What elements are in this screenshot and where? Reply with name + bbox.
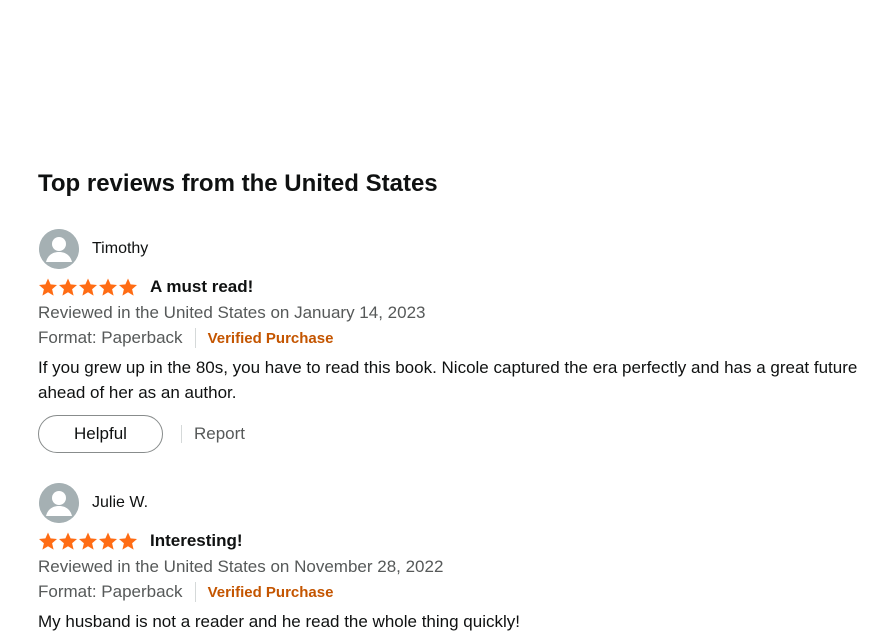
report-link[interactable]: Report [194, 424, 245, 444]
review-item: Julie W. Interesting! Reviewed in the Un… [38, 483, 868, 634]
reviewer-name: Timothy [92, 240, 149, 257]
verified-purchase-badge: Verified Purchase [207, 329, 334, 347]
star-icon [59, 278, 77, 296]
divider [181, 425, 182, 443]
review-item: Timothy A must read! Reviewed in the Uni… [38, 229, 868, 453]
reviewer-name: Julie W. [92, 494, 149, 511]
divider [194, 582, 196, 602]
user-avatar-icon [39, 483, 79, 523]
review-body: If you grew up in the 80s, you have to r… [38, 358, 858, 402]
verified-purchase-badge: Verified Purchase [207, 583, 334, 601]
reviewer-profile[interactable]: Julie W. [38, 483, 868, 523]
section-title: Top reviews from the United States [38, 170, 438, 197]
review-title[interactable]: Interesting! [150, 531, 243, 551]
star-icon [99, 532, 117, 550]
reviewer-profile[interactable]: Timothy [38, 229, 868, 269]
review-title[interactable]: A must read! [150, 277, 253, 297]
star-icon [99, 278, 117, 296]
format-label: Format: Paperback [38, 582, 183, 601]
review-date: Reviewed in the United States on January… [38, 303, 426, 322]
star-icon [119, 532, 137, 550]
format-label: Format: Paperback [38, 328, 183, 347]
star-rating[interactable] [38, 532, 138, 551]
star-rating[interactable] [38, 278, 138, 297]
star-icon [79, 532, 97, 550]
star-icon [39, 532, 57, 550]
star-icon [119, 278, 137, 296]
review-body: My husband is not a reader and he read t… [38, 612, 520, 631]
user-avatar-icon [39, 229, 79, 269]
helpful-button[interactable]: Helpful [38, 415, 163, 453]
star-icon [59, 532, 77, 550]
divider [194, 328, 196, 348]
star-icon [79, 278, 97, 296]
review-date: Reviewed in the United States on Novembe… [38, 557, 444, 576]
star-icon [39, 278, 57, 296]
